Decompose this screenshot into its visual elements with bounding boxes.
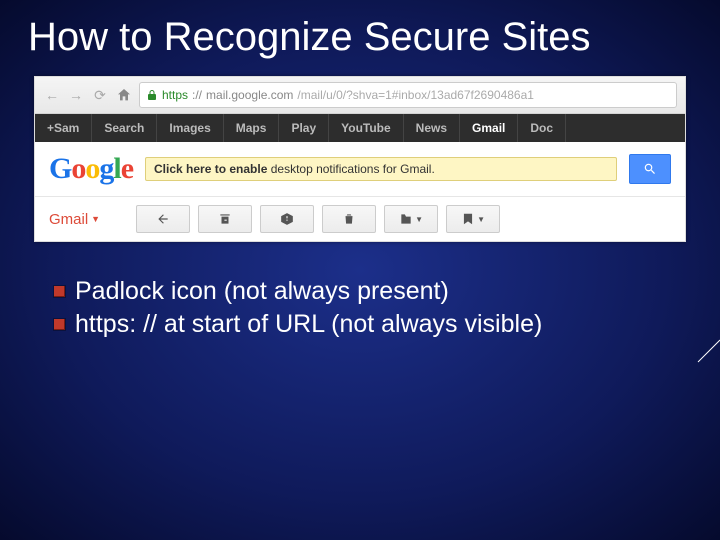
- delete-button[interactable]: [322, 205, 376, 233]
- notification-banner[interactable]: Click here to enable desktop notificatio…: [145, 157, 617, 181]
- url-host: mail.google.com: [206, 88, 293, 102]
- folder-icon: [399, 212, 413, 226]
- reload-icon[interactable]: ⟳: [91, 86, 109, 104]
- bullet-marker: [54, 319, 65, 330]
- chevron-down-icon: ▼: [415, 215, 423, 224]
- spam-button[interactable]: [260, 205, 314, 233]
- forward-icon[interactable]: →: [67, 86, 85, 104]
- gbar-item-play[interactable]: Play: [279, 114, 329, 142]
- gbar-item-gmail[interactable]: Gmail: [460, 114, 518, 142]
- archive-icon: [218, 212, 232, 226]
- lock-icon: [146, 89, 158, 101]
- address-bar[interactable]: https :// mail.google.com/mail/u/0/?shva=1…: [139, 82, 677, 108]
- slide-title: How to Recognize Secure Sites: [0, 0, 720, 70]
- browser-screenshot: ← → ⟳ https :// mail.google.com/mail/u/0/?…: [34, 76, 686, 242]
- chevron-down-icon: ▼: [91, 214, 100, 224]
- move-button[interactable]: ▼: [384, 205, 438, 233]
- url-path: /mail/u/0/?shva=1#inbox/13ad67f2690486a1: [297, 88, 534, 102]
- bullet-list: Padlock icon (not always present)https: …: [54, 276, 672, 341]
- toolbar-row: Gmail ▼ ▼ ▼: [35, 197, 685, 241]
- bullet-text: https: // at start of URL (not always vi…: [75, 309, 542, 340]
- arrow-left-icon: [156, 212, 170, 226]
- gbar-item-youtube[interactable]: YouTube: [329, 114, 404, 142]
- back-icon[interactable]: ←: [43, 86, 61, 104]
- labels-button[interactable]: ▼: [446, 205, 500, 233]
- archive-button[interactable]: [198, 205, 252, 233]
- search-button[interactable]: [629, 154, 671, 184]
- chevron-down-icon: ▼: [477, 215, 485, 224]
- bullet-item: Padlock icon (not always present): [54, 276, 672, 307]
- search-icon: [643, 162, 657, 176]
- gmail-label[interactable]: Gmail ▼: [49, 211, 100, 228]
- bullet-marker: [54, 286, 65, 297]
- gbar-item-doc[interactable]: Doc: [518, 114, 566, 142]
- url-scheme: https: [162, 88, 188, 102]
- tag-icon: [461, 212, 475, 226]
- trash-icon: [342, 212, 356, 226]
- home-icon[interactable]: [115, 86, 133, 104]
- back-to-inbox-button[interactable]: [136, 205, 190, 233]
- gbar-item-maps[interactable]: Maps: [224, 114, 280, 142]
- header-row: Google Click here to enable desktop noti…: [35, 142, 685, 197]
- url-separator: ://: [192, 88, 202, 102]
- google-top-bar: +SamSearchImagesMapsPlayYouTubeNewsGmail…: [35, 114, 685, 142]
- bullet-item: https: // at start of URL (not always vi…: [54, 309, 672, 340]
- spam-icon: [280, 212, 294, 226]
- gbar-item-sam[interactable]: +Sam: [35, 114, 92, 142]
- browser-nav-bar: ← → ⟳ https :// mail.google.com/mail/u/0/?…: [35, 77, 685, 114]
- bullet-text: Padlock icon (not always present): [75, 276, 449, 307]
- gbar-item-images[interactable]: Images: [157, 114, 223, 142]
- gbar-item-news[interactable]: News: [404, 114, 460, 142]
- gbar-item-search[interactable]: Search: [92, 114, 157, 142]
- google-logo: Google: [49, 152, 133, 186]
